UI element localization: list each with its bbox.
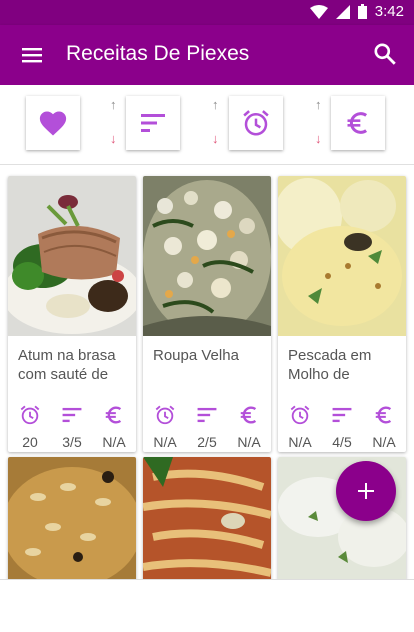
add-recipe-button[interactable] [336,461,396,521]
recipe-name: Atum na brasa com sauté de [18,347,116,383]
recipe-meta [143,404,271,430]
plus-icon [358,483,374,499]
euro-icon [105,406,122,424]
recipe-card[interactable]: Atum na brasa com sauté de 20 min. 3/5 N… [8,176,136,452]
sort-icon [62,407,82,423]
recipe-time: 20 min. [17,434,43,452]
sort-down-arrow[interactable]: ↓ [212,131,219,146]
search-icon[interactable] [372,41,398,67]
battery-icon [357,4,367,19]
heart-icon [39,111,67,136]
recipe-card[interactable] [8,457,136,581]
recipe-price: N/A [372,434,396,450]
difficulty-sort-arrows[interactable]: ↑ ↓ [110,97,124,147]
recipe-photo [143,176,271,336]
filter-bar: ↑ ↓ ↑ ↓ ↑ ↓ [0,85,414,165]
recipe-price: N/A [102,434,126,450]
recipe-name: Pescada em Molho de [288,347,372,383]
sort-up-arrow[interactable]: ↑ [315,97,322,112]
recipe-card[interactable] [143,457,271,581]
price-sort-arrows[interactable]: ↑ ↓ [315,97,329,147]
alarm-clock-icon [290,405,310,425]
recipe-photo [278,176,406,336]
page-title: Receitas De Piexes [66,42,250,65]
bottom-area [0,579,414,632]
recipe-photo [8,176,136,336]
euro-icon [375,406,392,424]
menu-icon[interactable] [20,43,44,67]
recipe-photo [143,457,271,581]
recipe-difficulty: 3/5 [62,434,82,450]
recipe-price: N/A [237,434,261,450]
signal-icon [335,4,350,19]
alarm-clock-icon [20,405,40,425]
recipe-name: Roupa Velha [153,347,239,364]
recipe-difficulty: 4/5 [332,434,352,450]
recipe-time: N/A [153,434,177,450]
sort-icon [141,114,165,132]
recipe-card[interactable]: Pescada em Molho de N/A 4/5 N/A [278,176,406,452]
euro-icon [240,406,257,424]
favorites-filter-button[interactable] [26,96,80,150]
recipe-meta [278,404,406,430]
recipe-time: N/A [288,434,312,450]
sort-up-arrow[interactable]: ↑ [110,97,117,112]
recipe-meta [8,404,136,430]
status-bar: 3:42 [0,0,414,25]
alarm-clock-icon [243,110,269,136]
sort-icon [197,407,217,423]
difficulty-sort-button[interactable] [126,96,180,150]
euro-icon [347,112,368,134]
sort-icon [332,407,352,423]
recipe-difficulty: 2/5 [197,434,217,450]
alarm-clock-icon [155,405,175,425]
status-time: 3:42 [374,3,404,20]
wifi-icon [309,4,328,19]
recipe-grid: Atum na brasa com sauté de 20 min. 3/5 N… [0,166,414,632]
sort-down-arrow[interactable]: ↓ [315,131,322,146]
price-sort-button[interactable] [331,96,385,150]
sort-down-arrow[interactable]: ↓ [110,131,117,146]
recipe-card[interactable]: Roupa Velha N/A 2/5 N/A [143,176,271,452]
recipe-photo [8,457,136,581]
sort-up-arrow[interactable]: ↑ [212,97,219,112]
app-bar: Receitas De Piexes [0,25,414,85]
time-sort-arrows[interactable]: ↑ ↓ [212,97,226,147]
time-sort-button[interactable] [229,96,283,150]
